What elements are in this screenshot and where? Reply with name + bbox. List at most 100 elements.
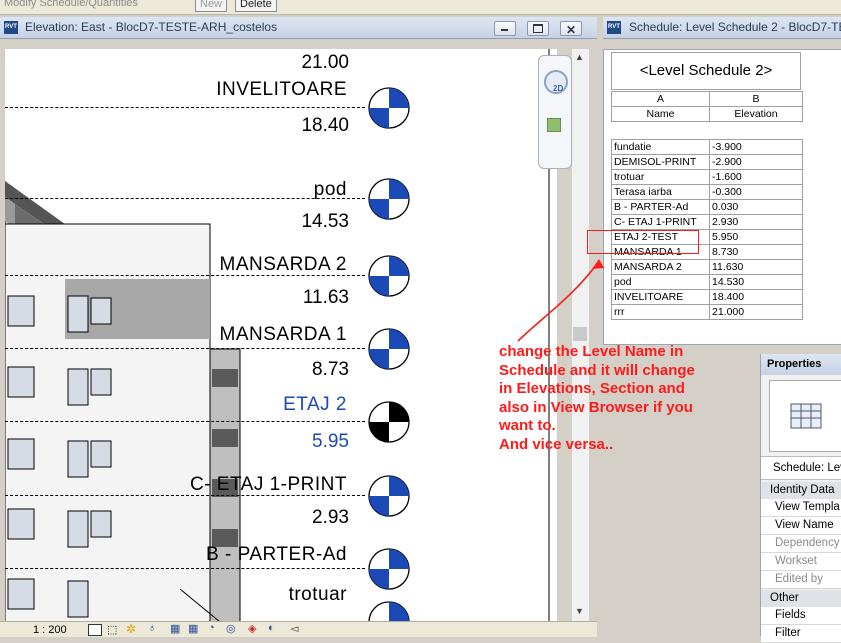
- cell-name[interactable]: Terasa iarba: [611, 184, 710, 200]
- cell-elevation[interactable]: 0.030: [709, 199, 803, 215]
- view-template-row[interactable]: View Templa: [761, 499, 841, 517]
- level-head-icon[interactable]: [367, 254, 411, 298]
- visual-style-icon[interactable]: ⬚: [107, 623, 117, 636]
- other-group[interactable]: Other: [761, 590, 841, 608]
- navigation-bar[interactable]: 2D: [538, 55, 572, 169]
- level-name[interactable]: C- ETAJ 1-PRINT: [190, 474, 347, 496]
- annotation-line: And vice versa..: [499, 435, 614, 453]
- ribbon-title: Modify Schedule/Quantities: [4, 0, 138, 9]
- level-name[interactable]: MANSARDA 1: [220, 324, 347, 346]
- cell-name[interactable]: rrr: [611, 304, 710, 320]
- level-head-icon[interactable]: [367, 600, 411, 622]
- cell-name[interactable]: DEMISOL-PRINT: [611, 154, 710, 170]
- schedule-heading[interactable]: <Level Schedule 2>: [611, 52, 801, 90]
- constraints-icon[interactable]: ◅: [290, 622, 298, 635]
- fields-row[interactable]: Fields: [761, 607, 841, 625]
- drawing-canvas[interactable]: 21.00 INVELITOARE 18.40 pod 14.53 MANSARDA 2 1…: [5, 49, 557, 622]
- level-line[interactable]: [5, 421, 365, 422]
- view-name-row[interactable]: View Name: [761, 517, 841, 535]
- cell-elevation[interactable]: -2.900: [709, 154, 803, 170]
- column-header-name[interactable]: Name: [611, 106, 710, 122]
- revit-icon: RVT: [4, 21, 18, 34]
- column-letter-b[interactable]: B: [709, 91, 803, 107]
- column-header-elevation[interactable]: Elevation: [709, 106, 803, 122]
- level-head-icon[interactable]: [367, 86, 411, 130]
- annotation-line: want to.: [499, 417, 556, 434]
- cell-elevation[interactable]: -0.300: [709, 184, 803, 200]
- type-selector[interactable]: [769, 380, 841, 452]
- table-row[interactable]: trotuar -1.600: [611, 169, 803, 185]
- detail-level-icon[interactable]: [88, 624, 102, 636]
- cell-elevation[interactable]: 18.400: [709, 289, 803, 305]
- cell-name[interactable]: pod: [611, 274, 710, 290]
- table-row[interactable]: Terasa iarba -0.300: [611, 184, 803, 200]
- shadows-icon[interactable]: ♁: [148, 622, 156, 634]
- cell-elevation[interactable]: 14.530: [709, 274, 803, 290]
- scale-label[interactable]: 1 : 200: [33, 624, 67, 636]
- level-line[interactable]: [5, 107, 365, 108]
- highlight-icon[interactable]: ◐: [268, 622, 275, 634]
- level-name[interactable]: INVELITOARE: [216, 79, 347, 101]
- analytical-icon[interactable]: ◈: [248, 622, 256, 635]
- revit-icon: RVT: [607, 21, 621, 34]
- crop-view-icon[interactable]: ▦: [170, 622, 180, 635]
- identity-data-group[interactable]: Identity Data: [761, 482, 841, 500]
- cell-name[interactable]: INVELITOARE: [611, 289, 710, 305]
- level-name[interactable]: ETAJ 2: [283, 394, 347, 416]
- cell-elevation[interactable]: 21.000: [709, 304, 803, 320]
- cell-elevation[interactable]: -1.600: [709, 169, 803, 185]
- sun-path-icon[interactable]: ✲: [126, 622, 136, 636]
- elevation-title: Elevation: East - BlocD7-TESTE-ARH_coste…: [25, 20, 278, 34]
- schedule-titlebar: RVT Schedule: Level Schedule 2 - BlocD7-…: [603, 17, 841, 39]
- reveal-hidden-icon[interactable]: ◎: [226, 622, 236, 635]
- level-line[interactable]: [5, 568, 365, 569]
- table-row[interactable]: fundatie -3.900: [611, 139, 803, 155]
- level-elevation: 5.95: [312, 431, 349, 452]
- table-row[interactable]: INVELITOARE 18.400: [611, 289, 803, 305]
- level-name[interactable]: MANSARDA 2: [220, 254, 347, 276]
- cell-name[interactable]: fundatie: [611, 139, 710, 155]
- filter-row[interactable]: Filter: [761, 625, 841, 643]
- level-head-icon[interactable]: [367, 474, 411, 518]
- temp-hide-icon[interactable]: ◔: [208, 622, 215, 634]
- level-line[interactable]: [5, 348, 365, 349]
- show-crop-icon[interactable]: ▦: [188, 622, 198, 635]
- cell-name[interactable]: MANSARDA 2: [611, 259, 710, 275]
- level-line[interactable]: [5, 198, 365, 199]
- table-row[interactable]: DEMISOL-PRINT -2.900: [611, 154, 803, 170]
- level-name[interactable]: pod: [314, 179, 347, 201]
- level-head-icon[interactable]: [367, 547, 411, 591]
- table-row[interactable]: pod 14.530: [611, 274, 803, 290]
- table-row[interactable]: MANSARDA 2 11.630: [611, 259, 803, 275]
- new-button[interactable]: New: [195, 0, 228, 12]
- level-head-icon[interactable]: [367, 327, 411, 371]
- cell-name[interactable]: B - PARTER-Ad: [611, 199, 710, 215]
- level-name[interactable]: B - PARTER-Ad: [206, 544, 347, 566]
- scroll-down-icon[interactable]: ▼: [575, 606, 584, 616]
- zoom-icon[interactable]: [547, 118, 561, 132]
- level-name[interactable]: trotuar: [289, 584, 347, 606]
- table-row[interactable]: rrr 21.000: [611, 304, 803, 320]
- cell-elevation[interactable]: 8.730: [709, 244, 803, 260]
- annotation-line: Schedule and it will change: [499, 361, 695, 379]
- annotation-note: change the Level Name in Schedule and it…: [499, 343, 739, 454]
- delete-button[interactable]: Delete: [235, 0, 277, 12]
- level-elevation: 8.73: [312, 359, 349, 380]
- scroll-up-icon[interactable]: ▲: [575, 52, 584, 62]
- cell-elevation[interactable]: 2.930: [709, 214, 803, 230]
- cell-name[interactable]: C- ETAJ 1-PRINT: [611, 214, 710, 230]
- cell-elevation[interactable]: 11.630: [709, 259, 803, 275]
- cell-elevation[interactable]: -3.900: [709, 139, 803, 155]
- column-letter-a[interactable]: A: [611, 91, 710, 107]
- level-head-icon[interactable]: [367, 177, 411, 221]
- level-head-icon[interactable]: [367, 400, 411, 444]
- cell-elevation[interactable]: 5.950: [709, 229, 803, 245]
- cell-name[interactable]: trotuar: [611, 169, 710, 185]
- restore-button[interactable]: [527, 21, 549, 36]
- table-row[interactable]: B - PARTER-Ad 0.030: [611, 199, 803, 215]
- table-row[interactable]: C- ETAJ 1-PRINT 2.930: [611, 214, 803, 230]
- close-button[interactable]: ✕: [560, 21, 582, 37]
- schedule-header-table: A B Name Elevation: [611, 91, 803, 122]
- instance-type-label[interactable]: Schedule: Lev: [761, 456, 841, 480]
- minimize-button[interactable]: [494, 21, 516, 36]
